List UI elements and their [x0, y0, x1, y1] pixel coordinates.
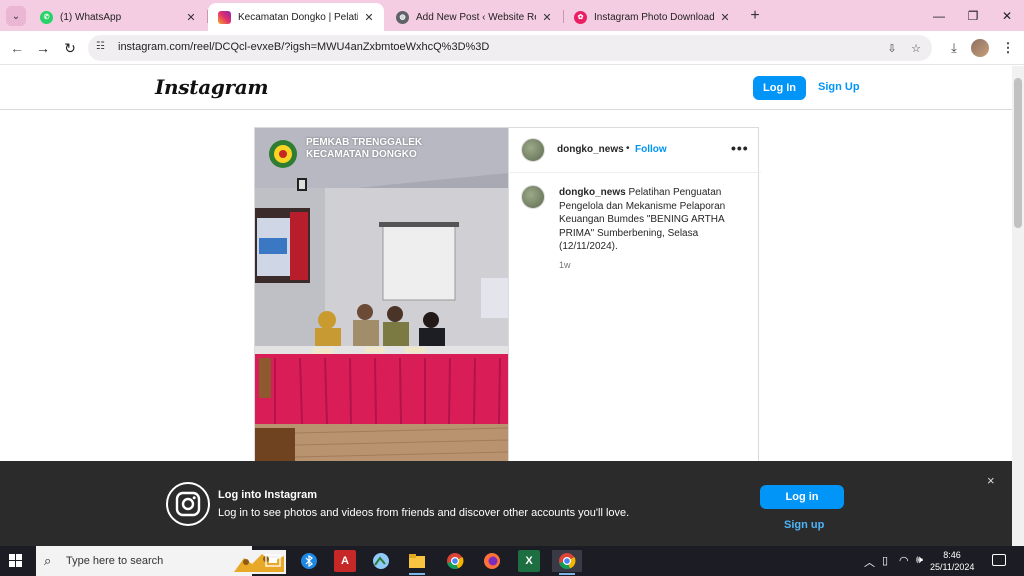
- back-arrow-icon[interactable]: ←: [7, 38, 27, 58]
- instagram-logo[interactable]: Instagram: [155, 75, 269, 99]
- overlay-line-1: PEMKAB TRENGGALEK: [306, 137, 423, 148]
- post-author-header: dongko_news • Follow •••: [509, 128, 761, 173]
- more-options-icon[interactable]: •••: [731, 140, 749, 156]
- device-icon[interactable]: ▯: [882, 554, 888, 567]
- downloader-icon: ✿: [574, 10, 587, 24]
- restore-button[interactable]: ❐: [956, 0, 990, 31]
- tab-close-icon[interactable]: ✕: [718, 11, 732, 24]
- author-username[interactable]: dongko_news: [557, 144, 624, 155]
- tab-add-new-post[interactable]: ◍ Add New Post ‹ Website Resmi ✕: [386, 3, 562, 31]
- task-view-icon[interactable]: [262, 550, 284, 572]
- search-placeholder: Type here to search: [66, 555, 164, 567]
- system-clock[interactable]: 8:46 25/11/2024: [930, 549, 974, 573]
- banner-title: Log into Instagram: [218, 489, 317, 501]
- acrobat-icon[interactable]: A: [334, 550, 356, 572]
- image-overlay-text: PEMKAB TRENGGALEK KECAMATAN DONGKO: [306, 137, 422, 161]
- whatsapp-icon: ✆: [40, 10, 53, 24]
- downloads-icon[interactable]: ⤓: [944, 38, 964, 58]
- browser-toolbar: ← → ↻ ☷ instagram.com/reel/DCQcl-evxeB/?…: [0, 31, 1024, 65]
- meeting-photo: [255, 128, 508, 468]
- new-tab-button[interactable]: +: [745, 6, 765, 26]
- show-hidden-icons-icon[interactable]: ︿: [864, 554, 875, 570]
- instagram-header: Instagram Log In Sign Up: [0, 66, 1012, 110]
- tab-close-icon[interactable]: ✕: [362, 11, 376, 24]
- tab-title: Kecamatan Dongko | Pelatihan: [238, 11, 358, 23]
- instagram-icon: [218, 10, 231, 24]
- overlay-line-2: KECAMATAN DONGKO: [306, 149, 417, 160]
- caption-avatar[interactable]: [521, 185, 545, 209]
- search-icon: ⌕: [44, 553, 52, 568]
- caption-username[interactable]: dongko_news: [559, 187, 626, 198]
- windows-taskbar: ⌕ Type here to search A X ︿ ▯ ◠ 🕪 8:46 2…: [0, 546, 1024, 576]
- address-bar[interactable]: ☷ instagram.com/reel/DCQcl-evxeB/?igsh=M…: [88, 35, 932, 61]
- author-avatar[interactable]: [521, 138, 545, 162]
- file-explorer-icon[interactable]: [406, 550, 428, 575]
- globe-icon: ◍: [396, 10, 409, 24]
- notification-center-icon[interactable]: [992, 554, 1006, 566]
- tab-instagram-photo-downloader[interactable]: ✿ Instagram Photo Downloader - ✕: [564, 3, 740, 31]
- taskbar-search-box[interactable]: ⌕ Type here to search: [36, 546, 286, 576]
- windows-start-icon[interactable]: [9, 554, 23, 568]
- chrome-active-icon[interactable]: [552, 550, 582, 575]
- follow-button[interactable]: Follow: [635, 144, 667, 155]
- clock-date: 25/11/2024: [930, 562, 975, 572]
- post-side-panel: dongko_news • Follow ••• dongko_news Pel…: [508, 128, 761, 468]
- banner-signup-link[interactable]: Sign up: [784, 519, 824, 531]
- tab-kecamatan-dongko[interactable]: Kecamatan Dongko | Pelatihan ✕: [208, 3, 384, 31]
- install-app-icon[interactable]: ⇩: [884, 40, 900, 56]
- excel-icon[interactable]: X: [518, 550, 540, 572]
- tab-whatsapp[interactable]: ✆ (1) WhatsApp ✕: [30, 3, 206, 31]
- header-login-button[interactable]: Log In: [753, 76, 806, 100]
- tab-title: Instagram Photo Downloader -: [594, 11, 714, 23]
- photo-app-icon[interactable]: [370, 550, 392, 572]
- tab-search-menu-button[interactable]: ⌄: [6, 6, 26, 26]
- reload-icon[interactable]: ↻: [60, 38, 80, 58]
- separator-dot: •: [626, 143, 630, 154]
- chrome-icon[interactable]: [444, 550, 466, 572]
- minimize-button[interactable]: —: [922, 0, 956, 31]
- tab-close-icon[interactable]: ✕: [540, 11, 554, 24]
- banner-login-button[interactable]: Log in: [760, 485, 844, 509]
- bluetooth-icon[interactable]: [298, 550, 320, 572]
- post-video[interactable]: PEMKAB TRENGGALEK KECAMATAN DONGKO: [255, 128, 508, 468]
- post-age[interactable]: 1w: [559, 260, 571, 270]
- url-text[interactable]: instagram.com/reel/DCQcl-evxeB/?igsh=MWU…: [118, 41, 489, 53]
- volume-icon[interactable]: 🕪: [916, 554, 923, 567]
- profile-avatar[interactable]: [971, 39, 989, 57]
- post-card: PEMKAB TRENGGALEK KECAMATAN DONGKO dongk…: [254, 127, 761, 468]
- tab-title: Add New Post ‹ Website Resmi: [416, 11, 536, 23]
- browser-menu-icon[interactable]: ⋮: [998, 38, 1018, 58]
- page-scrollbar[interactable]: [1012, 66, 1024, 546]
- wifi-icon[interactable]: ◠: [899, 554, 909, 567]
- login-banner: Log into Instagram Log in to see photos …: [0, 461, 1012, 546]
- page-viewport: Instagram Log In Sign Up PEMKAB TRENGGAL…: [0, 66, 1012, 546]
- header-signup-link[interactable]: Sign Up: [818, 81, 860, 93]
- firefox-icon[interactable]: [481, 550, 503, 572]
- clock-time: 8:46: [943, 550, 961, 560]
- instagram-glyph-icon: [166, 482, 210, 526]
- site-settings-icon[interactable]: ☷: [96, 41, 110, 55]
- browser-tab-strip: ⌄ ✆ (1) WhatsApp ✕ Kecamatan Dongko | Pe…: [0, 0, 1024, 31]
- tab-title: (1) WhatsApp: [60, 11, 122, 23]
- scrollbar-thumb[interactable]: [1014, 78, 1022, 228]
- close-window-button[interactable]: ✕: [990, 0, 1024, 31]
- forward-arrow-icon[interactable]: →: [33, 38, 53, 58]
- banner-text: Log in to see photos and videos from fri…: [218, 507, 630, 519]
- bookmark-star-icon[interactable]: ☆: [908, 40, 924, 56]
- post-caption: dongko_news Pelatihan Penguatan Pengelol…: [559, 186, 747, 254]
- close-icon[interactable]: ×: [987, 473, 995, 488]
- tab-close-icon[interactable]: ✕: [184, 11, 198, 24]
